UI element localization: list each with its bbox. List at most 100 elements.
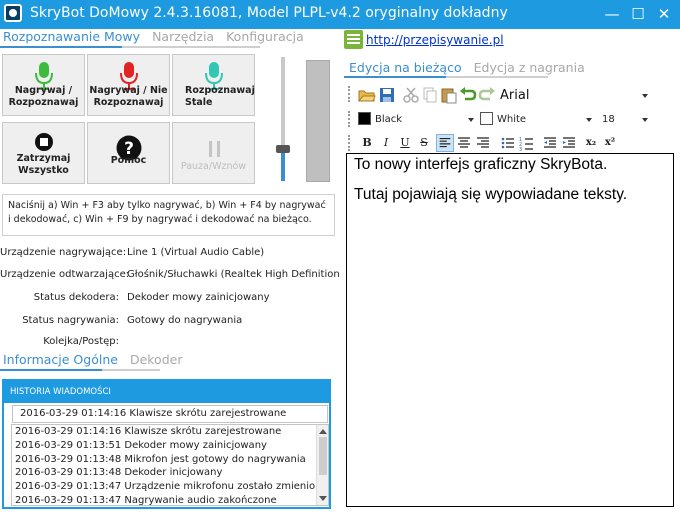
toolbar-grip — [348, 86, 351, 102]
subscript-button[interactable]: x₂ — [582, 134, 600, 152]
text-editor[interactable]: To nowy interfejs graficzny SkryBota. Tu… — [346, 153, 674, 507]
toolbar-grip — [348, 135, 351, 151]
chat-bubble-icon — [344, 30, 363, 49]
text-color-select[interactable]: Black — [358, 111, 474, 129]
pause-resume-label: Pauza/Wznów — [180, 161, 247, 172]
help-label: Pomoc — [110, 155, 147, 166]
tab-tools[interactable]: Narzędzia — [151, 29, 215, 44]
main-tabs-underline — [0, 46, 260, 48]
window-title: SkryBot DoMowy 2.4.3.16081, Model PLPL-v… — [30, 5, 508, 21]
toolbar-grip — [348, 111, 351, 127]
maximize-button[interactable]: ☐ — [626, 2, 650, 26]
highlight-color-select[interactable]: White — [480, 111, 592, 129]
align-right-icon[interactable] — [474, 134, 492, 152]
record-recognize-label-1: Nagrywaj / — [14, 85, 73, 96]
outdent-icon[interactable] — [541, 134, 559, 152]
paste-icon[interactable] — [440, 86, 458, 104]
info-tabs: Informacje Ogólne Dekoder — [2, 352, 183, 367]
recording-status-label: Status nagrywania: — [22, 315, 119, 326]
pause-resume-button[interactable]: Pauza/Wznów — [172, 122, 255, 184]
stop-all-label-1: Zatrzymaj — [16, 153, 71, 164]
editor-toolbar: Arial Black White 18 B I U S 1 2 3 x₂ x² — [344, 80, 678, 152]
stop-icon — [35, 133, 53, 151]
recognize-continuous-button[interactable]: Rozpoznawaj Stale — [172, 54, 255, 116]
font-family-value: Arial — [500, 88, 530, 103]
help-button[interactable]: ? Pomoc — [87, 122, 170, 184]
volume-slider[interactable] — [276, 57, 290, 181]
recording-device-label: Urządzenie nagrywające: — [0, 247, 127, 258]
volume-slider-fill — [281, 149, 285, 181]
message-history-panel: HISTORIA WIADOMOŚCI 2016-03-29 01:14:16 … — [2, 379, 331, 509]
record-no-recognize-label-2: Rozpoznawaj — [93, 97, 164, 108]
message-log-list[interactable]: 2016-03-29 01:14:16 Klawisze skrótu zare… — [11, 424, 329, 506]
tab-speech-recognition[interactable]: Rozpoznawanie Mowy — [2, 29, 141, 44]
hotkey-hint: Naciśnij a) Win + F3 aby tylko nagrywać,… — [2, 194, 335, 236]
tab-general-info[interactable]: Informacje Ogólne — [2, 352, 119, 367]
record-no-recognize-label-1: Nagrywaj / Nie — [89, 85, 168, 96]
italic-button[interactable]: I — [377, 134, 395, 152]
tab-live-edit[interactable]: Edycja na bieżąco — [348, 60, 463, 75]
log-item[interactable]: 2016-03-29 01:13:47 Urządzenie mikrofonu… — [12, 480, 328, 494]
chevron-down-icon — [642, 118, 648, 122]
log-item[interactable]: 2016-03-29 01:13:47 Nagrywanie audio zak… — [12, 494, 328, 505]
scroll-up-icon[interactable] — [319, 429, 327, 434]
recording-device-value: Line 1 (Virtual Audio Cable) — [127, 247, 265, 258]
indent-icon[interactable] — [560, 134, 578, 152]
log-item[interactable]: 2016-03-29 01:13:48 Mikrofon jest gotowy… — [12, 453, 328, 467]
text-color-swatch — [358, 112, 371, 125]
record-no-recognize-button[interactable]: Nagrywaj / Nie Rozpoznawaj — [87, 54, 170, 116]
cut-icon[interactable] — [402, 86, 420, 104]
strikethrough-button[interactable]: S — [415, 134, 433, 152]
close-button[interactable]: ✕ — [652, 2, 676, 26]
tab-decoder[interactable]: Dekoder — [129, 352, 184, 367]
superscript-button[interactable]: x² — [601, 134, 619, 152]
main-tabs: Rozpoznawanie Mowy Narzędzia Konfiguracj… — [2, 29, 305, 44]
align-left-icon[interactable] — [436, 134, 454, 152]
font-size-value: 18 — [602, 114, 615, 125]
text-color-value: Black — [375, 114, 403, 125]
minimize-button[interactable]: — — [600, 2, 624, 26]
stop-all-button[interactable]: Zatrzymaj Wszystko — [2, 122, 85, 184]
audio-level-meter — [306, 60, 330, 182]
playback-device-value: Głośnik/Słuchawki (Realtek High Definiti… — [127, 269, 340, 280]
undo-icon[interactable] — [459, 86, 477, 104]
highlight-color-swatch — [480, 112, 493, 125]
app-logo-icon — [4, 4, 22, 22]
chevron-down-icon — [468, 118, 474, 122]
scroll-thumb[interactable] — [319, 437, 327, 475]
underline-button[interactable]: U — [396, 134, 414, 152]
message-history-header: HISTORIA WIADOMOŚCI — [4, 381, 329, 403]
font-family-select[interactable]: Arial — [500, 86, 648, 105]
copy-icon[interactable] — [421, 86, 439, 104]
open-file-icon[interactable] — [358, 86, 376, 104]
recognize-continuous-label-1: Rozpoznawaj — [185, 85, 255, 96]
recording-status-value: Gotowy do nagrywania — [127, 315, 243, 326]
numbered-list-icon[interactable]: 1 2 3 — [518, 134, 536, 152]
log-scrollbar[interactable] — [316, 425, 328, 505]
chevron-down-icon — [586, 118, 592, 122]
tab-configuration[interactable]: Konfiguracja — [225, 29, 305, 44]
website-link[interactable]: http://przepisywanie.pl — [366, 33, 504, 47]
decoder-status-label: Status dekodera: — [33, 292, 119, 303]
app-window: SkryBot DoMowy 2.4.3.16081, Model PLPL-v… — [0, 0, 680, 512]
stop-all-label-2: Wszystko — [18, 165, 69, 176]
queue-progress-label: Kolejka/Postęp: — [43, 336, 119, 347]
editor-tabs: Edycja na bieżąco Edycja z nagrania — [348, 60, 586, 75]
save-icon[interactable] — [378, 86, 396, 104]
chevron-down-icon — [642, 94, 648, 98]
log-item[interactable]: 2016-03-29 01:13:48 Dekoder inicjowany — [12, 466, 328, 480]
scroll-down-icon[interactable] — [319, 496, 327, 501]
log-item[interactable]: 2016-03-29 01:14:16 Klawisze skrótu zare… — [12, 425, 328, 439]
record-recognize-button[interactable]: Nagrywaj / Rozpoznawaj — [2, 54, 85, 116]
title-bar[interactable]: SkryBot DoMowy 2.4.3.16081, Model PLPL-v… — [0, 0, 680, 29]
editor-tabs-underline — [344, 76, 548, 78]
log-item[interactable]: 2016-03-29 01:13:51 Dekoder mowy zainicj… — [12, 439, 328, 453]
latest-message: 2016-03-29 01:14:16 Klawisze skrótu zare… — [12, 405, 328, 423]
font-size-select[interactable]: 18 — [602, 111, 648, 129]
bold-button[interactable]: B — [358, 134, 376, 152]
tab-recording-edit[interactable]: Edycja z nagrania — [473, 60, 586, 75]
bullet-list-icon[interactable] — [499, 134, 517, 152]
volume-slider-thumb[interactable] — [276, 145, 290, 153]
align-center-icon[interactable] — [455, 134, 473, 152]
redo-icon[interactable] — [478, 86, 496, 104]
